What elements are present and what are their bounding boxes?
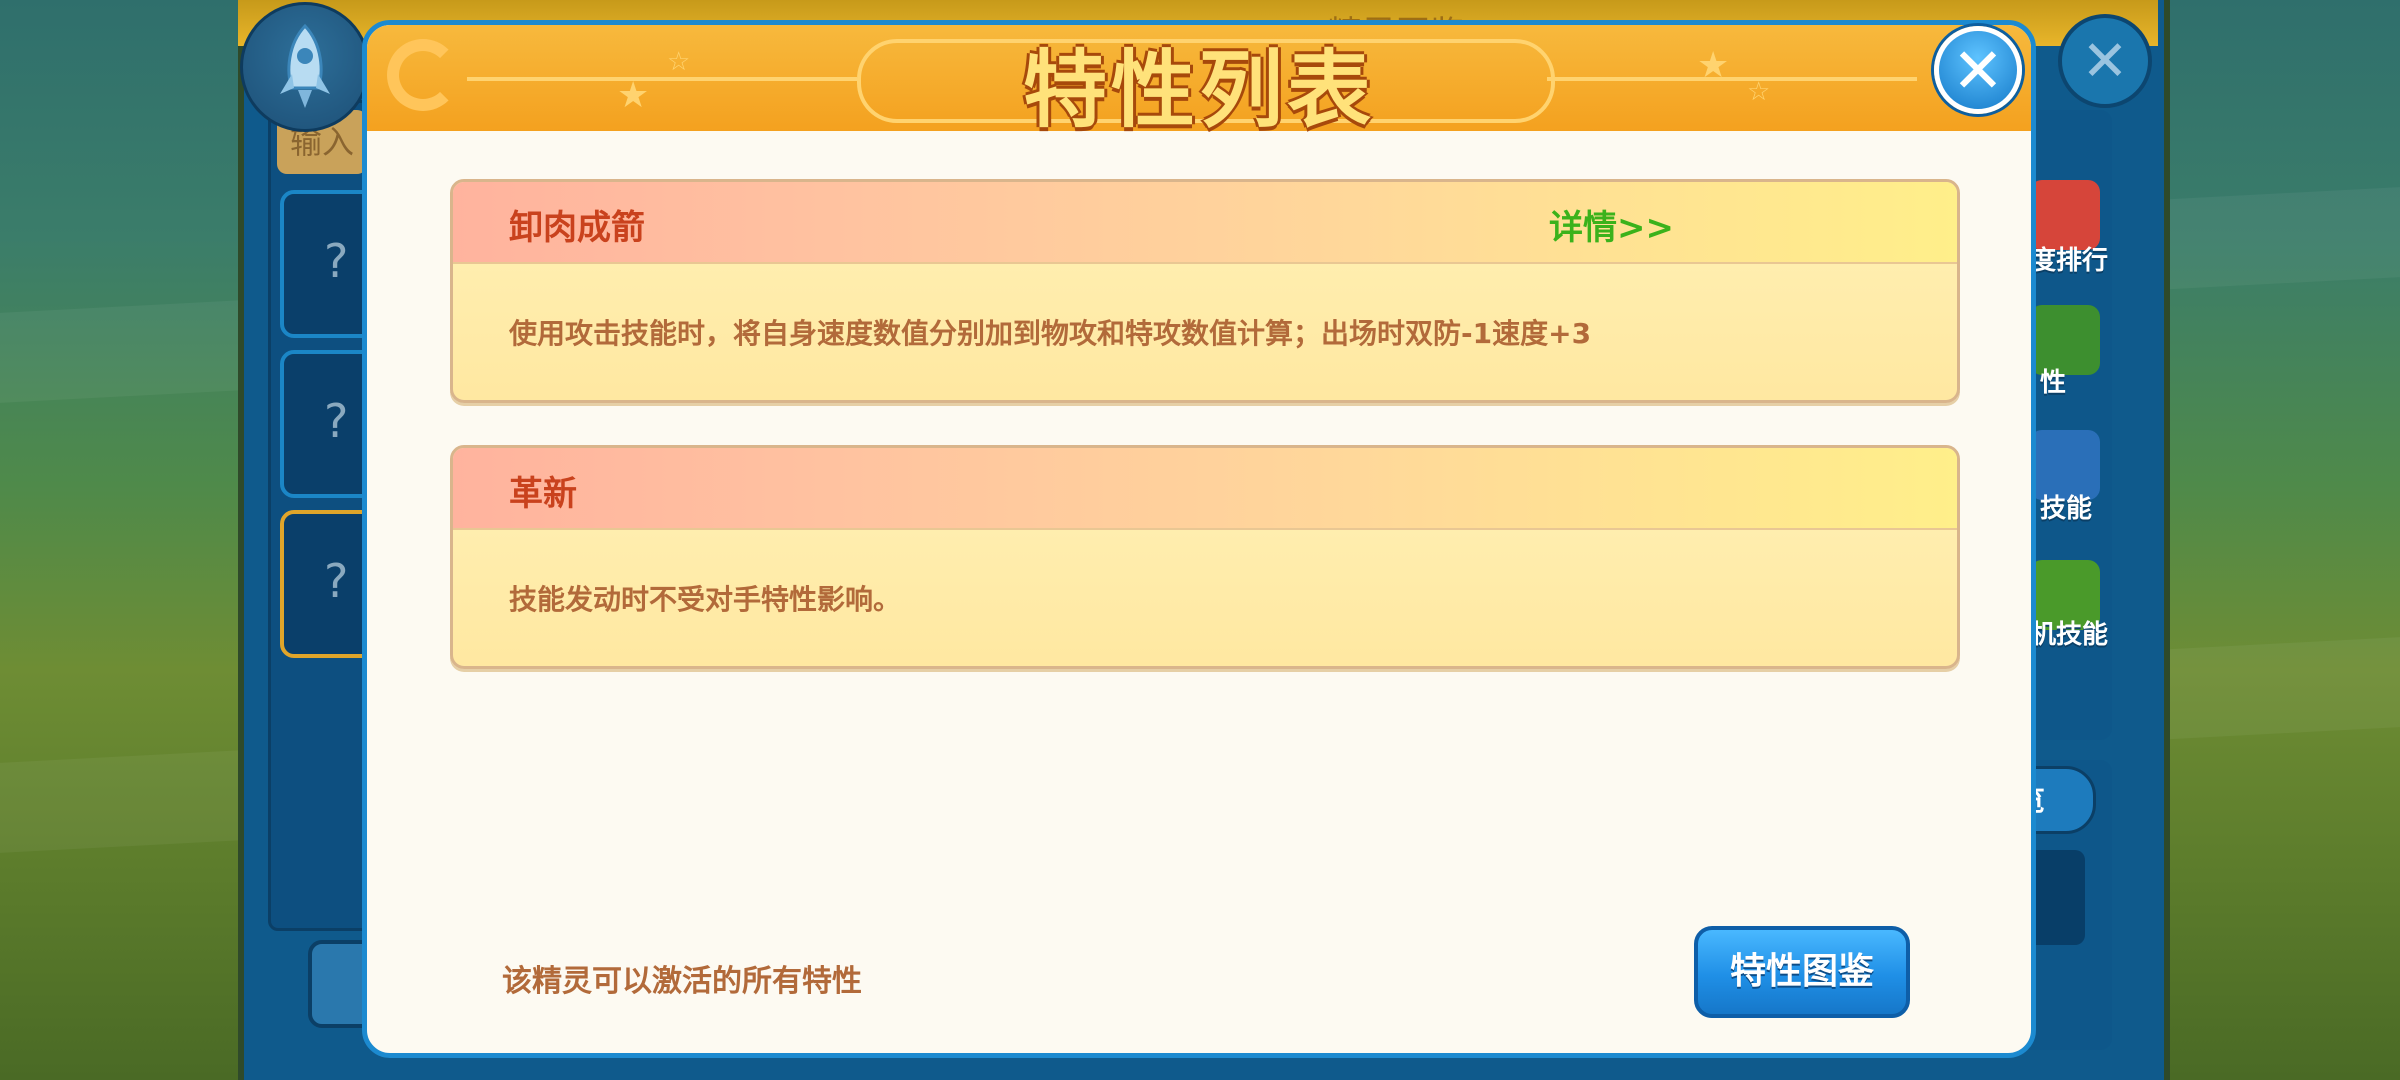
trait-list-dialog: ★ ☆ ★ ☆ 特性列表 卸肉成箭 详情>> 使用攻击技能时，将自身速度数值分别… <box>362 20 2036 1058</box>
unknown-icon: ? <box>324 234 349 288</box>
dialog-header: ★ ☆ ★ ☆ 特性列表 <box>367 25 2031 139</box>
dialog-title: 特性列表 <box>1022 41 1375 139</box>
rocket-icon <box>240 2 370 132</box>
trait-name: 革新 <box>509 474 577 514</box>
trait-description: 使用攻击技能时，将自身速度数值分别加到物攻和特攻数值计算；出场时双防-1速度+3 <box>509 317 1592 350</box>
trait-card-header: 革新 <box>453 448 1957 530</box>
trait-card-header: 卸肉成箭 详情>> <box>453 182 1957 264</box>
close-icon: ✕ <box>1952 33 2004 107</box>
background-menu-machine-skill: 机技能 <box>2030 620 2109 650</box>
trait-card: 革新 技能发动时不受对手特性影响。 <box>450 445 1960 669</box>
background-menu-skill: 技能 <box>2040 494 2093 524</box>
background-close-icon: ✕ <box>2058 14 2152 108</box>
trait-detail-link[interactable]: 详情>> <box>1549 200 1674 249</box>
trait-description: 技能发动时不受对手特性影响。 <box>509 583 902 616</box>
footer-note: 该精灵可以激活的所有特性 <box>502 964 862 999</box>
trait-name: 卸肉成箭 <box>509 208 645 248</box>
close-button[interactable]: ✕ <box>1934 26 2022 114</box>
unknown-icon: ? <box>324 554 349 608</box>
trait-card: 卸肉成箭 详情>> 使用攻击技能时，将自身速度数值分别加到物攻和特攻数值计算；出… <box>450 179 1960 403</box>
background-menu-trait: 性 <box>2040 368 2067 398</box>
trait-atlas-button[interactable]: 特性图鉴 <box>1694 926 1910 1018</box>
unknown-icon: ? <box>324 394 349 448</box>
background-menu-ranking: 度排行 <box>2030 246 2109 276</box>
